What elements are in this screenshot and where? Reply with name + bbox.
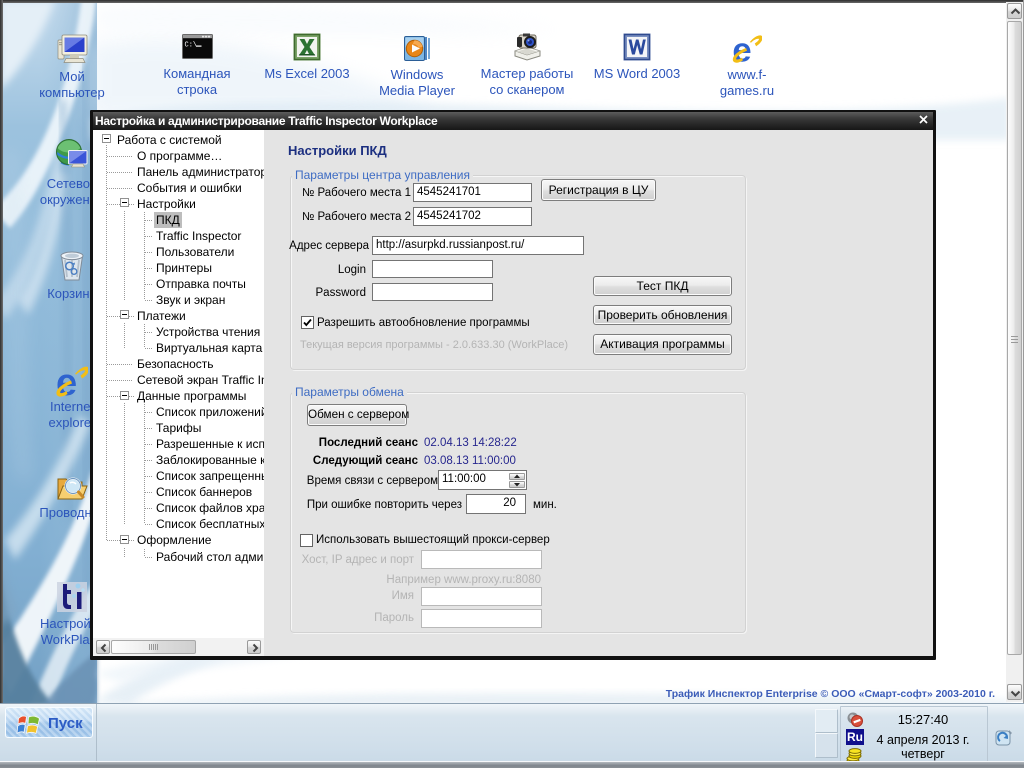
svg-text:C:\: C:\ bbox=[184, 42, 197, 50]
